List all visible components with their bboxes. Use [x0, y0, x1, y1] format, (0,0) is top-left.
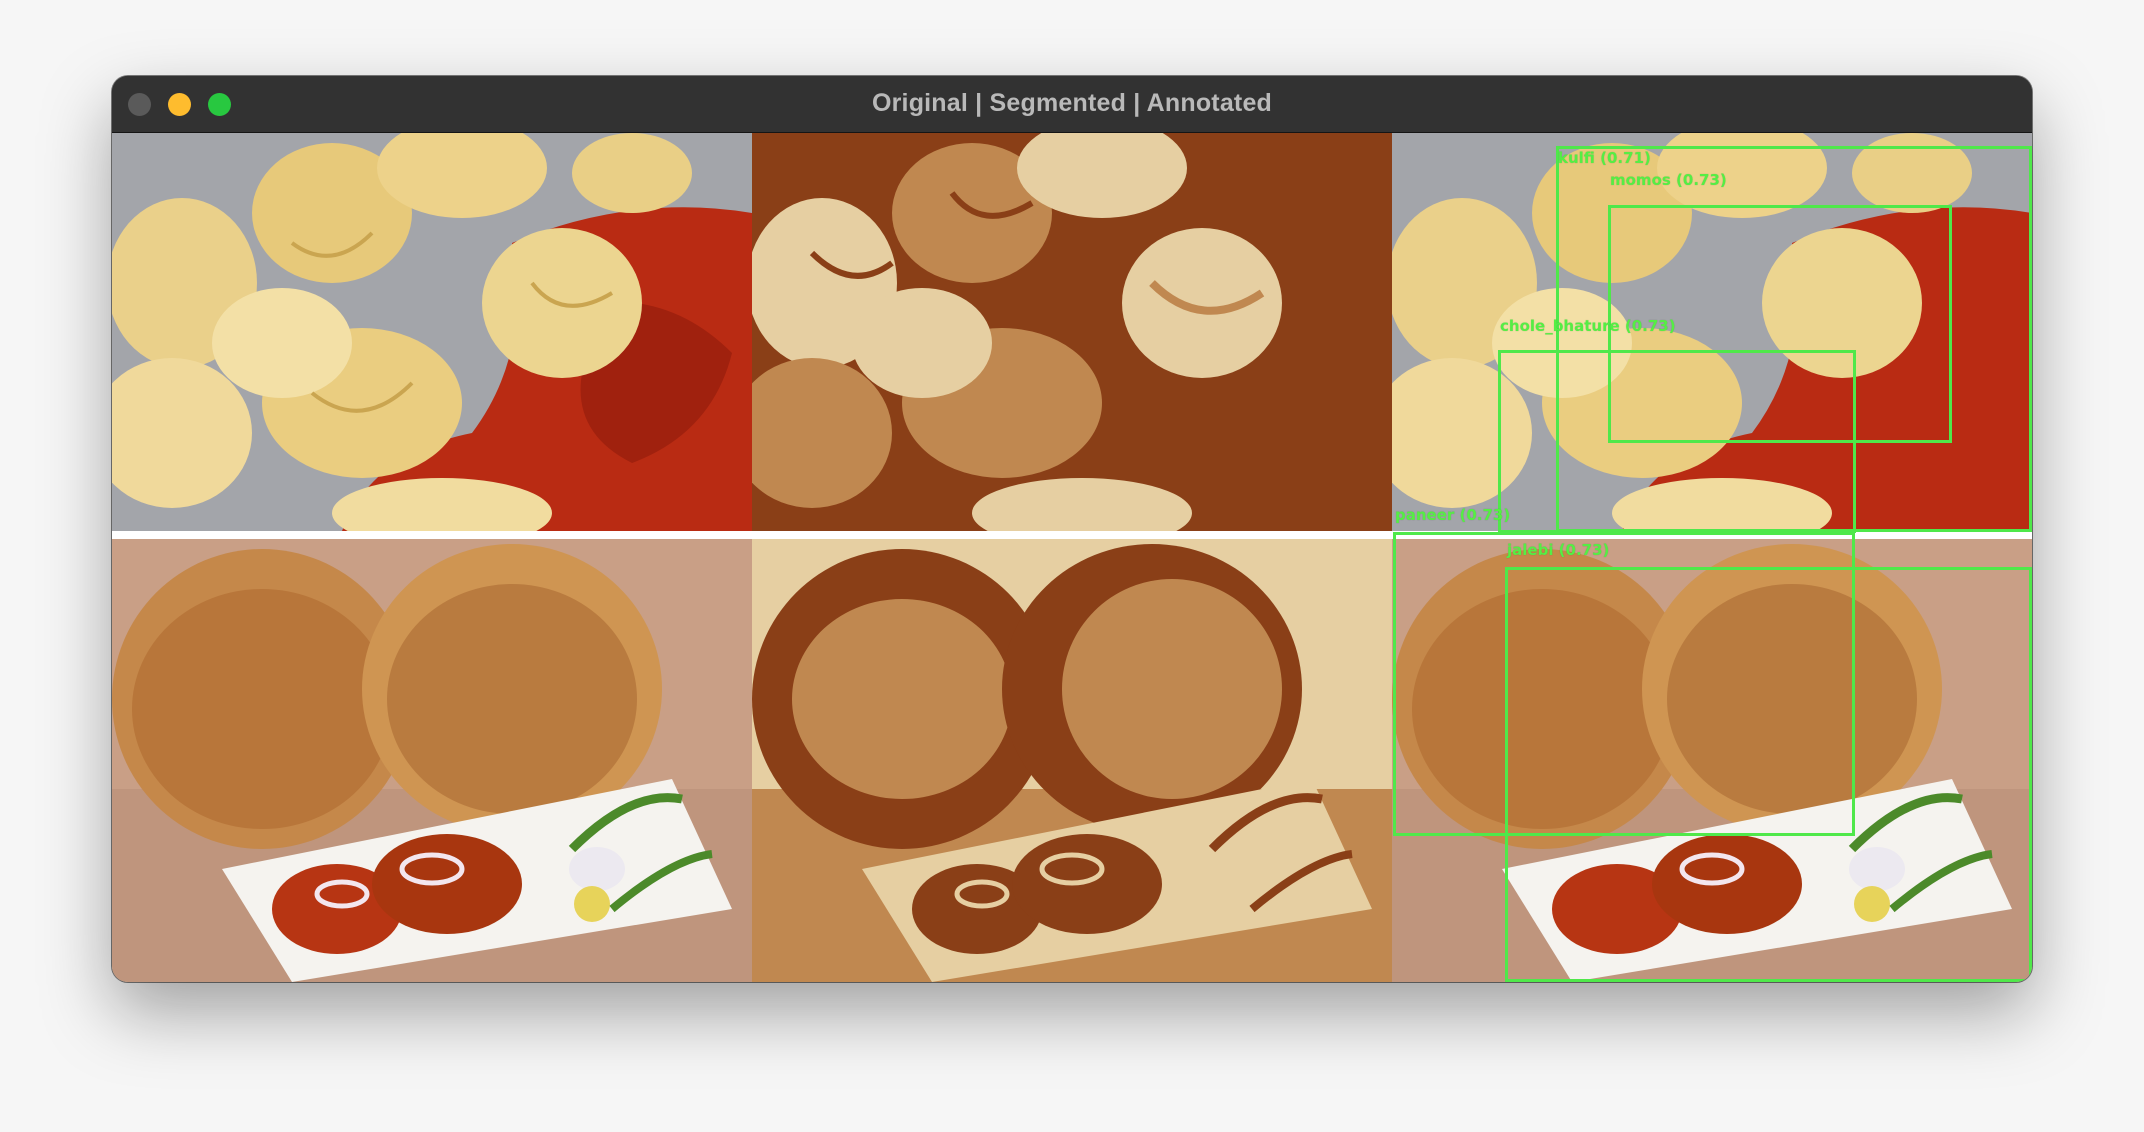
- original-bhature-image: [112, 539, 752, 982]
- detection-label: paneer (0.73): [1395, 506, 1511, 524]
- app-window: Original | Segmented | Annotated kulfi (…: [112, 76, 2032, 982]
- detection-label: jalebi (0.73): [1507, 541, 1610, 559]
- detection-label: momos (0.73): [1610, 171, 1727, 189]
- original-momos-image: [112, 133, 752, 531]
- detection-box-chole-bhature: [1498, 350, 1856, 533]
- segmented-bhature-image: [752, 539, 1392, 982]
- detection-box-jalebi: [1505, 567, 2032, 982]
- title-bar: Original | Segmented | Annotated: [112, 76, 2032, 133]
- image-canvas: kulfi (0.71) momos (0.73) chole_bhature …: [112, 133, 2032, 982]
- detection-label: chole_bhature (0.73): [1500, 317, 1676, 335]
- window-title: Original | Segmented | Annotated: [871, 89, 1273, 117]
- detection-label: kulfi (0.71): [1558, 149, 1651, 167]
- segmented-momos-image: [752, 133, 1392, 531]
